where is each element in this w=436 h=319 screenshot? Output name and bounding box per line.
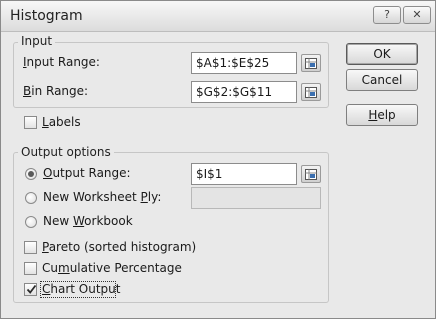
input-range-field[interactable]: $A$1:$E$25 xyxy=(191,52,297,74)
dialog-title: Histogram xyxy=(10,8,83,24)
bin-range-field[interactable]: $G$2:$G$11 xyxy=(191,81,297,103)
new-workbook-label: New Workbook xyxy=(43,214,133,228)
cumulative-percentage-checkbox[interactable] xyxy=(24,262,37,275)
new-worksheet-label: New Worksheet Ply: xyxy=(43,190,162,204)
output-range-label: Output Range: xyxy=(43,166,131,180)
bin-range-label: Bin Range: xyxy=(23,84,89,98)
title-bar: Histogram ? ✕ xyxy=(1,1,435,32)
output-range-picker-button[interactable] xyxy=(301,165,321,183)
labels-checkbox[interactable] xyxy=(24,116,37,129)
output-range-radio[interactable] xyxy=(25,168,37,180)
chart-output-checkbox[interactable] xyxy=(24,283,37,296)
output-range-field[interactable]: $I$1 xyxy=(191,163,297,185)
output-options-label: Output options xyxy=(18,145,114,159)
help-icon: ? xyxy=(384,8,390,21)
new-worksheet-field[interactable] xyxy=(191,187,321,209)
ok-button[interactable]: OK xyxy=(346,43,418,65)
input-group-label: Input xyxy=(18,34,56,48)
input-range-label: Input Range: xyxy=(23,55,100,69)
close-icon: ✕ xyxy=(412,8,422,21)
input-range-picker-button[interactable] xyxy=(301,54,321,72)
bin-range-picker-button[interactable] xyxy=(301,83,321,101)
pareto-label: Pareto (sorted histogram) xyxy=(42,240,197,254)
new-worksheet-radio[interactable] xyxy=(25,192,37,204)
pareto-checkbox[interactable] xyxy=(24,241,37,254)
chart-output-label: Chart Output xyxy=(42,282,121,296)
titlebar-help-button[interactable]: ? xyxy=(373,6,401,24)
cumulative-percentage-label: Cumulative Percentage xyxy=(42,261,182,275)
histogram-dialog: Histogram ? ✕ Input Input Range: $A$1:$E… xyxy=(0,0,436,319)
range-picker-icon xyxy=(305,87,317,98)
range-picker-icon xyxy=(305,58,317,69)
new-workbook-radio[interactable] xyxy=(25,216,37,228)
labels-checkbox-label: Labels xyxy=(42,115,81,129)
checkmark-icon xyxy=(26,284,37,294)
cancel-button[interactable]: Cancel xyxy=(346,69,418,91)
range-picker-icon xyxy=(305,169,317,180)
help-button[interactable]: Help xyxy=(346,104,418,126)
titlebar-close-button[interactable]: ✕ xyxy=(403,6,431,24)
